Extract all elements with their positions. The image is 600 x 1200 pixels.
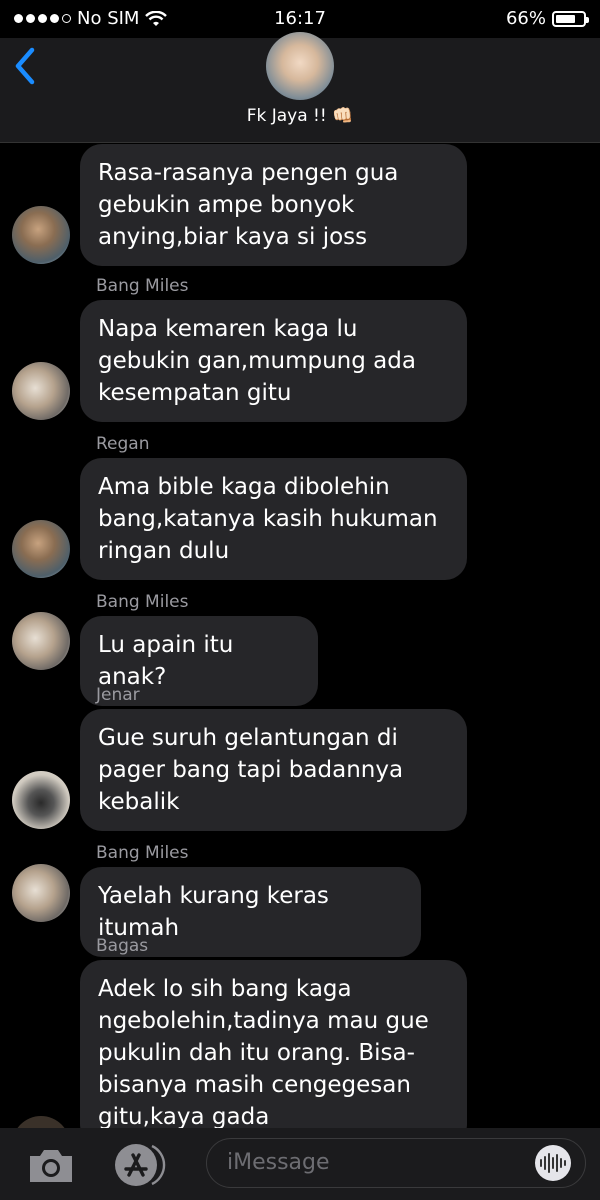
sender-name: Bang Miles xyxy=(96,276,189,296)
camera-icon[interactable] xyxy=(26,1146,76,1186)
input-placeholder: iMessage xyxy=(227,1150,330,1175)
message-bubble[interactable]: Ama bible kaga dibolehin bang,katanya ka… xyxy=(80,458,467,580)
app-store-icon[interactable] xyxy=(112,1142,170,1188)
avatar-miles[interactable] xyxy=(12,864,70,922)
compose-bar: iMessage xyxy=(0,1128,600,1200)
avatar-miles[interactable] xyxy=(12,362,70,420)
message-bubble[interactable]: Gue suruh gelantungan di pager bang tapi… xyxy=(80,709,467,831)
avatar-jenar[interactable] xyxy=(12,771,70,829)
avatar-regan[interactable] xyxy=(12,206,70,264)
sender-name: Bang Miles xyxy=(96,592,189,612)
battery-percent: 66% xyxy=(505,8,546,29)
message-bubble[interactable]: Rasa-rasanya pengen gua gebukin ampe bon… xyxy=(80,144,467,266)
message-bubble[interactable]: Adek lo sih bang kaga ngebolehin,tadinya… xyxy=(80,960,467,1128)
conversation-header: Fk Jaya !! 👊🏻 xyxy=(0,32,600,143)
message-list[interactable]: Rasa-rasanya pengen gua gebukin ampe bon… xyxy=(0,142,600,1128)
group-avatar[interactable] xyxy=(266,32,334,100)
sender-name: Bagas xyxy=(96,936,149,956)
avatar-miles[interactable] xyxy=(12,612,70,670)
group-title[interactable]: Fk Jaya !! 👊🏻 xyxy=(0,106,600,126)
chevron-left-icon[interactable] xyxy=(12,46,40,86)
sender-name: Bang Miles xyxy=(96,843,189,863)
sender-name: Jenar xyxy=(96,685,140,705)
avatar-regan[interactable] xyxy=(12,520,70,578)
sender-name: Regan xyxy=(96,434,150,454)
message-input[interactable]: iMessage xyxy=(206,1138,586,1188)
battery-icon xyxy=(552,10,589,27)
message-bubble[interactable]: Napa kemaren kaga lu gebukin gan,mumpung… xyxy=(80,300,467,422)
battery-group: 66% xyxy=(505,8,589,29)
avatar-bagas[interactable] xyxy=(12,1116,70,1128)
audio-waveform-icon[interactable] xyxy=(535,1145,571,1181)
